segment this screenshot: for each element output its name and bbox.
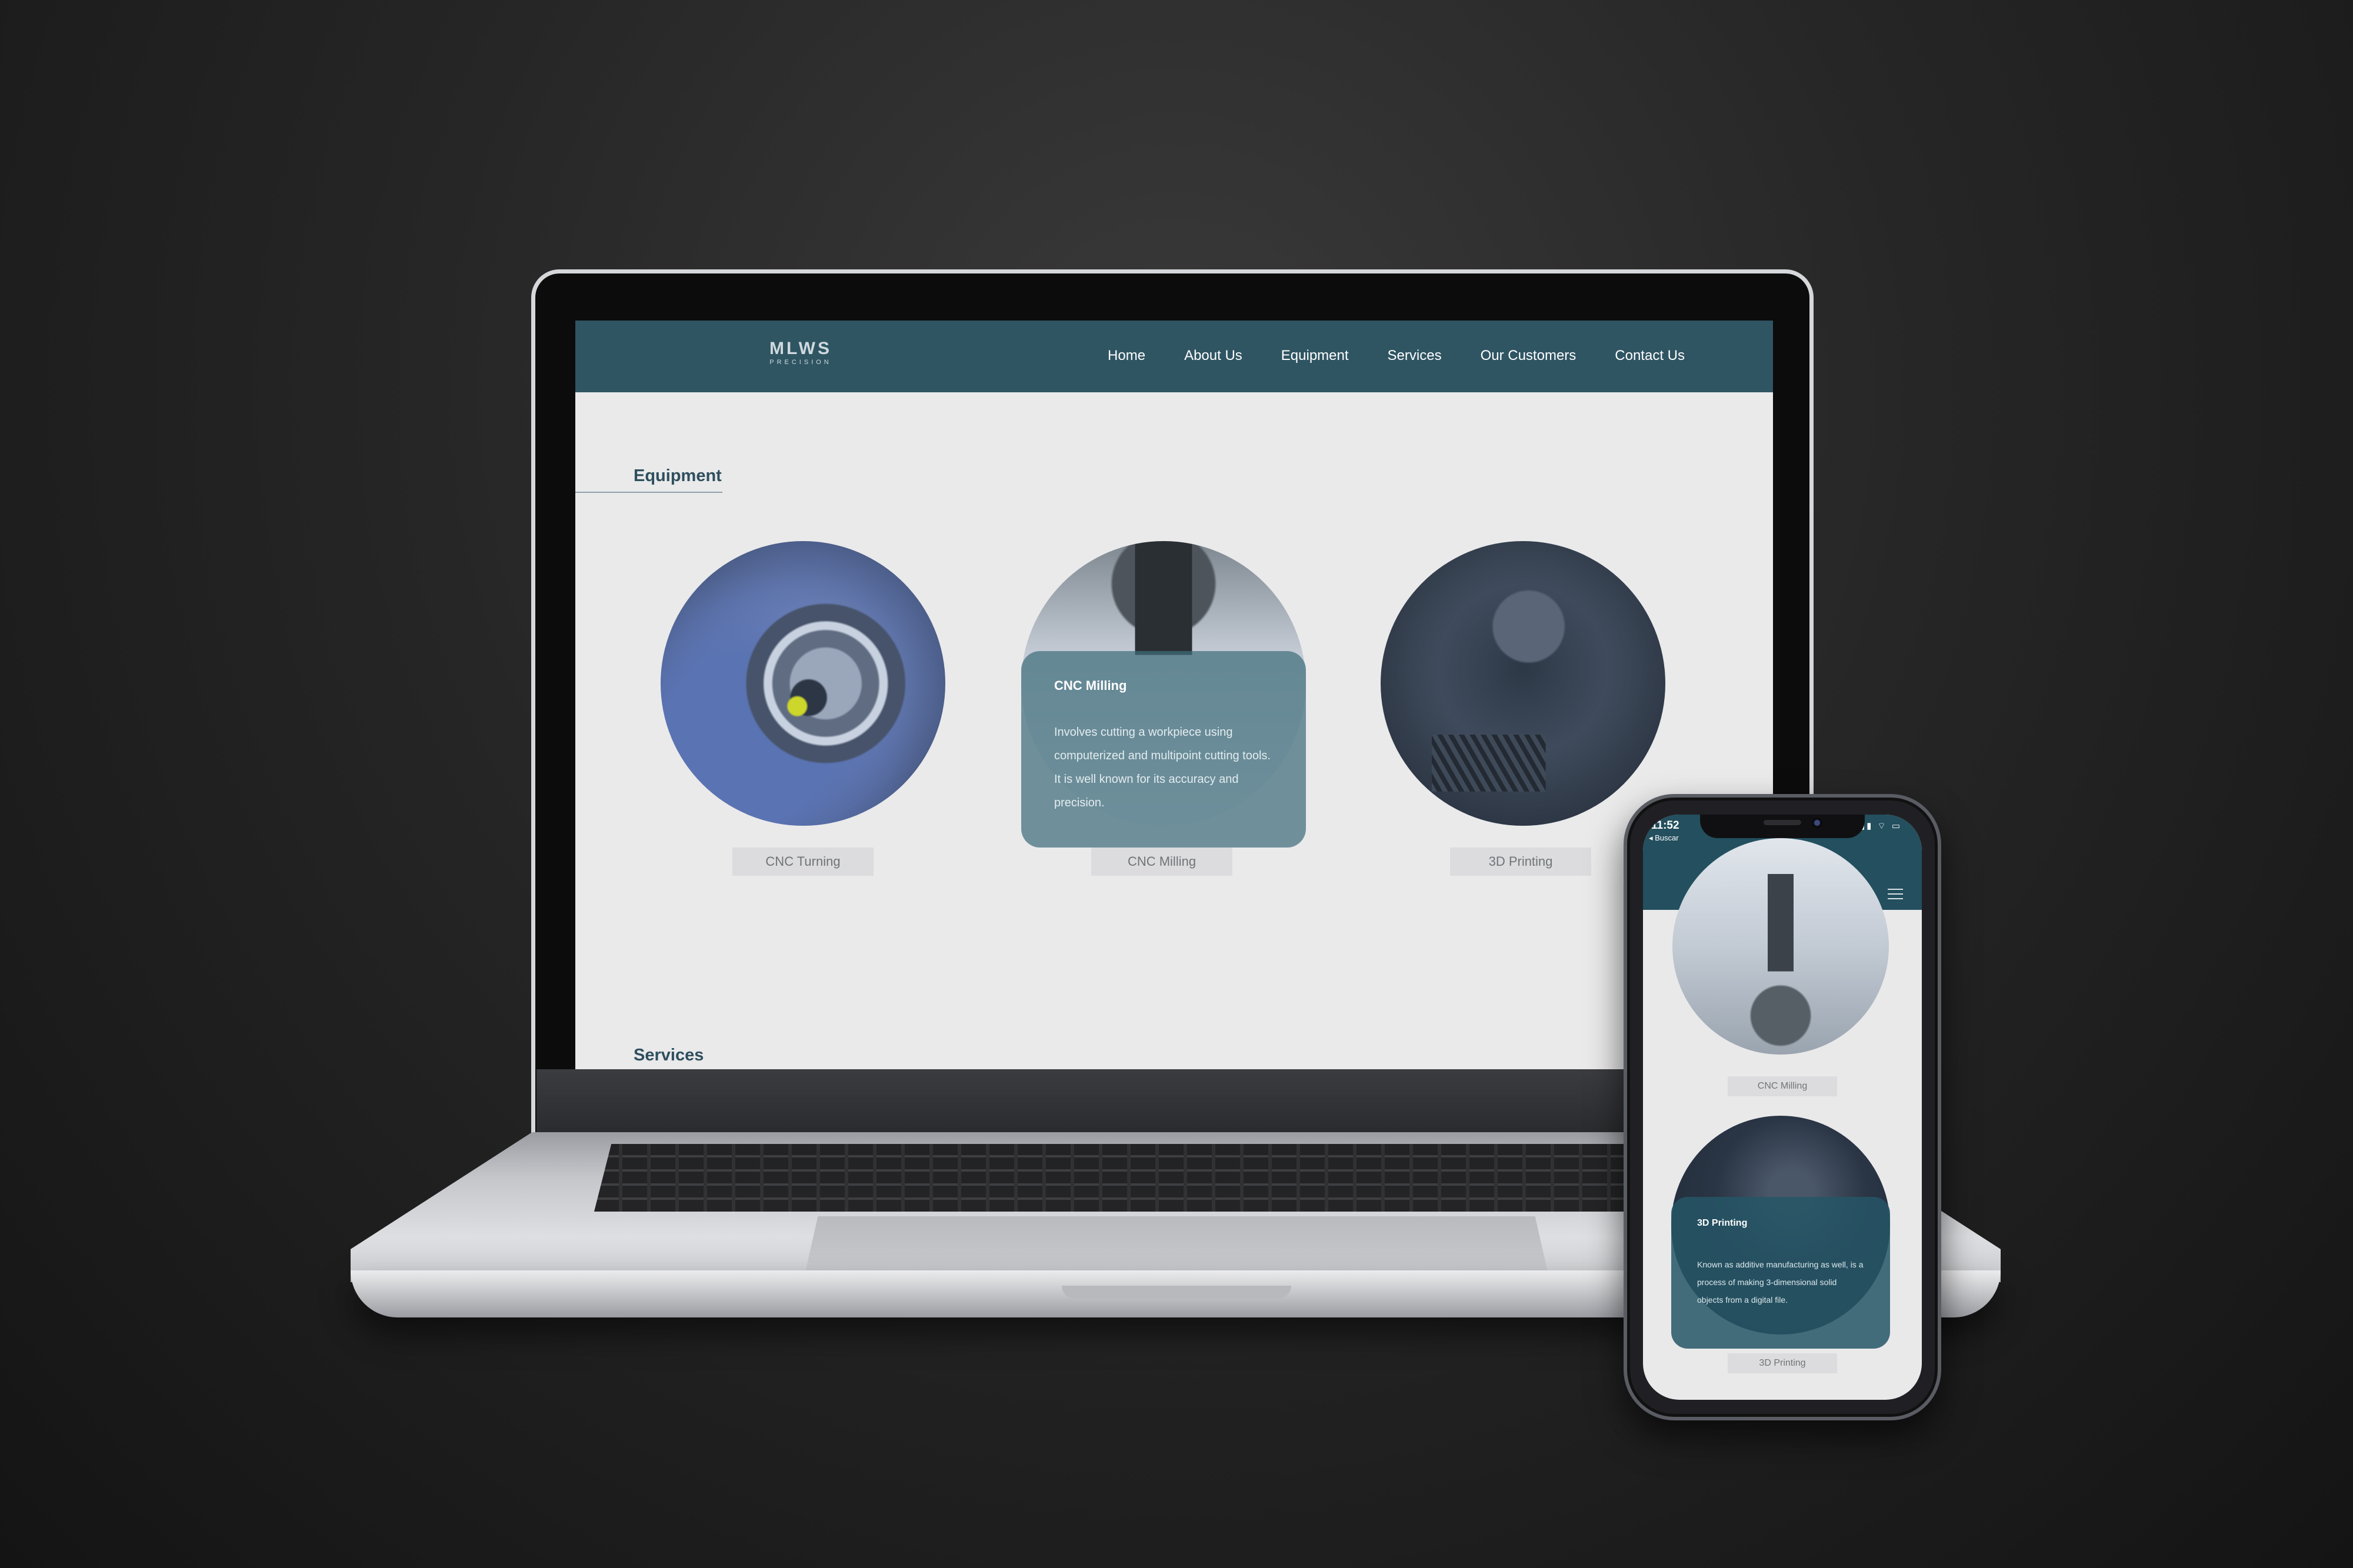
logo-wordmark: MLWS (769, 339, 832, 358)
3d-printing-hover-card[interactable]: 3D Printing Known as additive manufactur… (1671, 1197, 1890, 1349)
cnc-milling-image[interactable] (1672, 838, 1889, 1055)
nav-about-us[interactable]: About Us (1184, 348, 1242, 364)
site-header: MLWS PRECISION Home About Us Equipment S… (575, 321, 1773, 392)
nav-home[interactable]: Home (1108, 348, 1145, 364)
3d-printing-caption[interactable]: 3D Printing (1728, 1353, 1837, 1373)
nav-our-customers[interactable]: Our Customers (1481, 348, 1577, 364)
logo-tagline: PRECISION (769, 359, 832, 366)
equipment-heading: Equipment (634, 466, 722, 485)
services-heading: Services (634, 1046, 704, 1065)
nav-services[interactable]: Services (1388, 348, 1442, 364)
phone-screen: 11:52 ◂ Buscar ▮▮▮ ⌔ ▭ MLWS PRECISION CN… (1643, 815, 1922, 1400)
laptop-hinge (536, 1069, 1808, 1134)
laptop-notch (1062, 1286, 1291, 1299)
3d-printing-image[interactable] (1381, 541, 1665, 826)
status-back-link[interactable]: ◂ Buscar (1649, 833, 1679, 843)
card-title: CNC Milling (1054, 678, 1127, 693)
phone-notch (1700, 815, 1865, 838)
cnc-turning-caption[interactable]: CNC Turning (732, 848, 874, 876)
card-description: Involves cutting a workpiece using compu… (1054, 726, 1271, 809)
nav-contact-us[interactable]: Contact Us (1615, 348, 1685, 364)
cnc-milling-hover-card[interactable]: CNC Milling Involves cutting a workpiece… (1021, 651, 1306, 848)
cnc-milling-caption[interactable]: CNC Milling (1091, 848, 1232, 876)
phone-speaker (1764, 820, 1801, 825)
3d-printing-caption[interactable]: 3D Printing (1450, 848, 1591, 876)
main-nav: Home About Us Equipment Services Our Cus… (1108, 348, 1685, 364)
heading-underline (575, 492, 722, 493)
card-title: 3D Printing (1697, 1218, 1748, 1228)
card-description: Known as additive manufacturing as well,… (1697, 1260, 1864, 1305)
laptop-screen: MLWS PRECISION Home About Us Equipment S… (575, 321, 1773, 1069)
laptop-keyboard (594, 1144, 1741, 1212)
status-time: 11:52 (1651, 819, 1679, 832)
site-logo[interactable]: MLWS PRECISION (756, 340, 845, 366)
nav-equipment[interactable]: Equipment (1281, 348, 1349, 364)
cnc-turning-image[interactable] (661, 541, 945, 826)
hamburger-menu-icon[interactable] (1888, 889, 1903, 899)
cnc-milling-caption[interactable]: CNC Milling (1728, 1076, 1837, 1096)
camera-icon (1812, 818, 1822, 828)
